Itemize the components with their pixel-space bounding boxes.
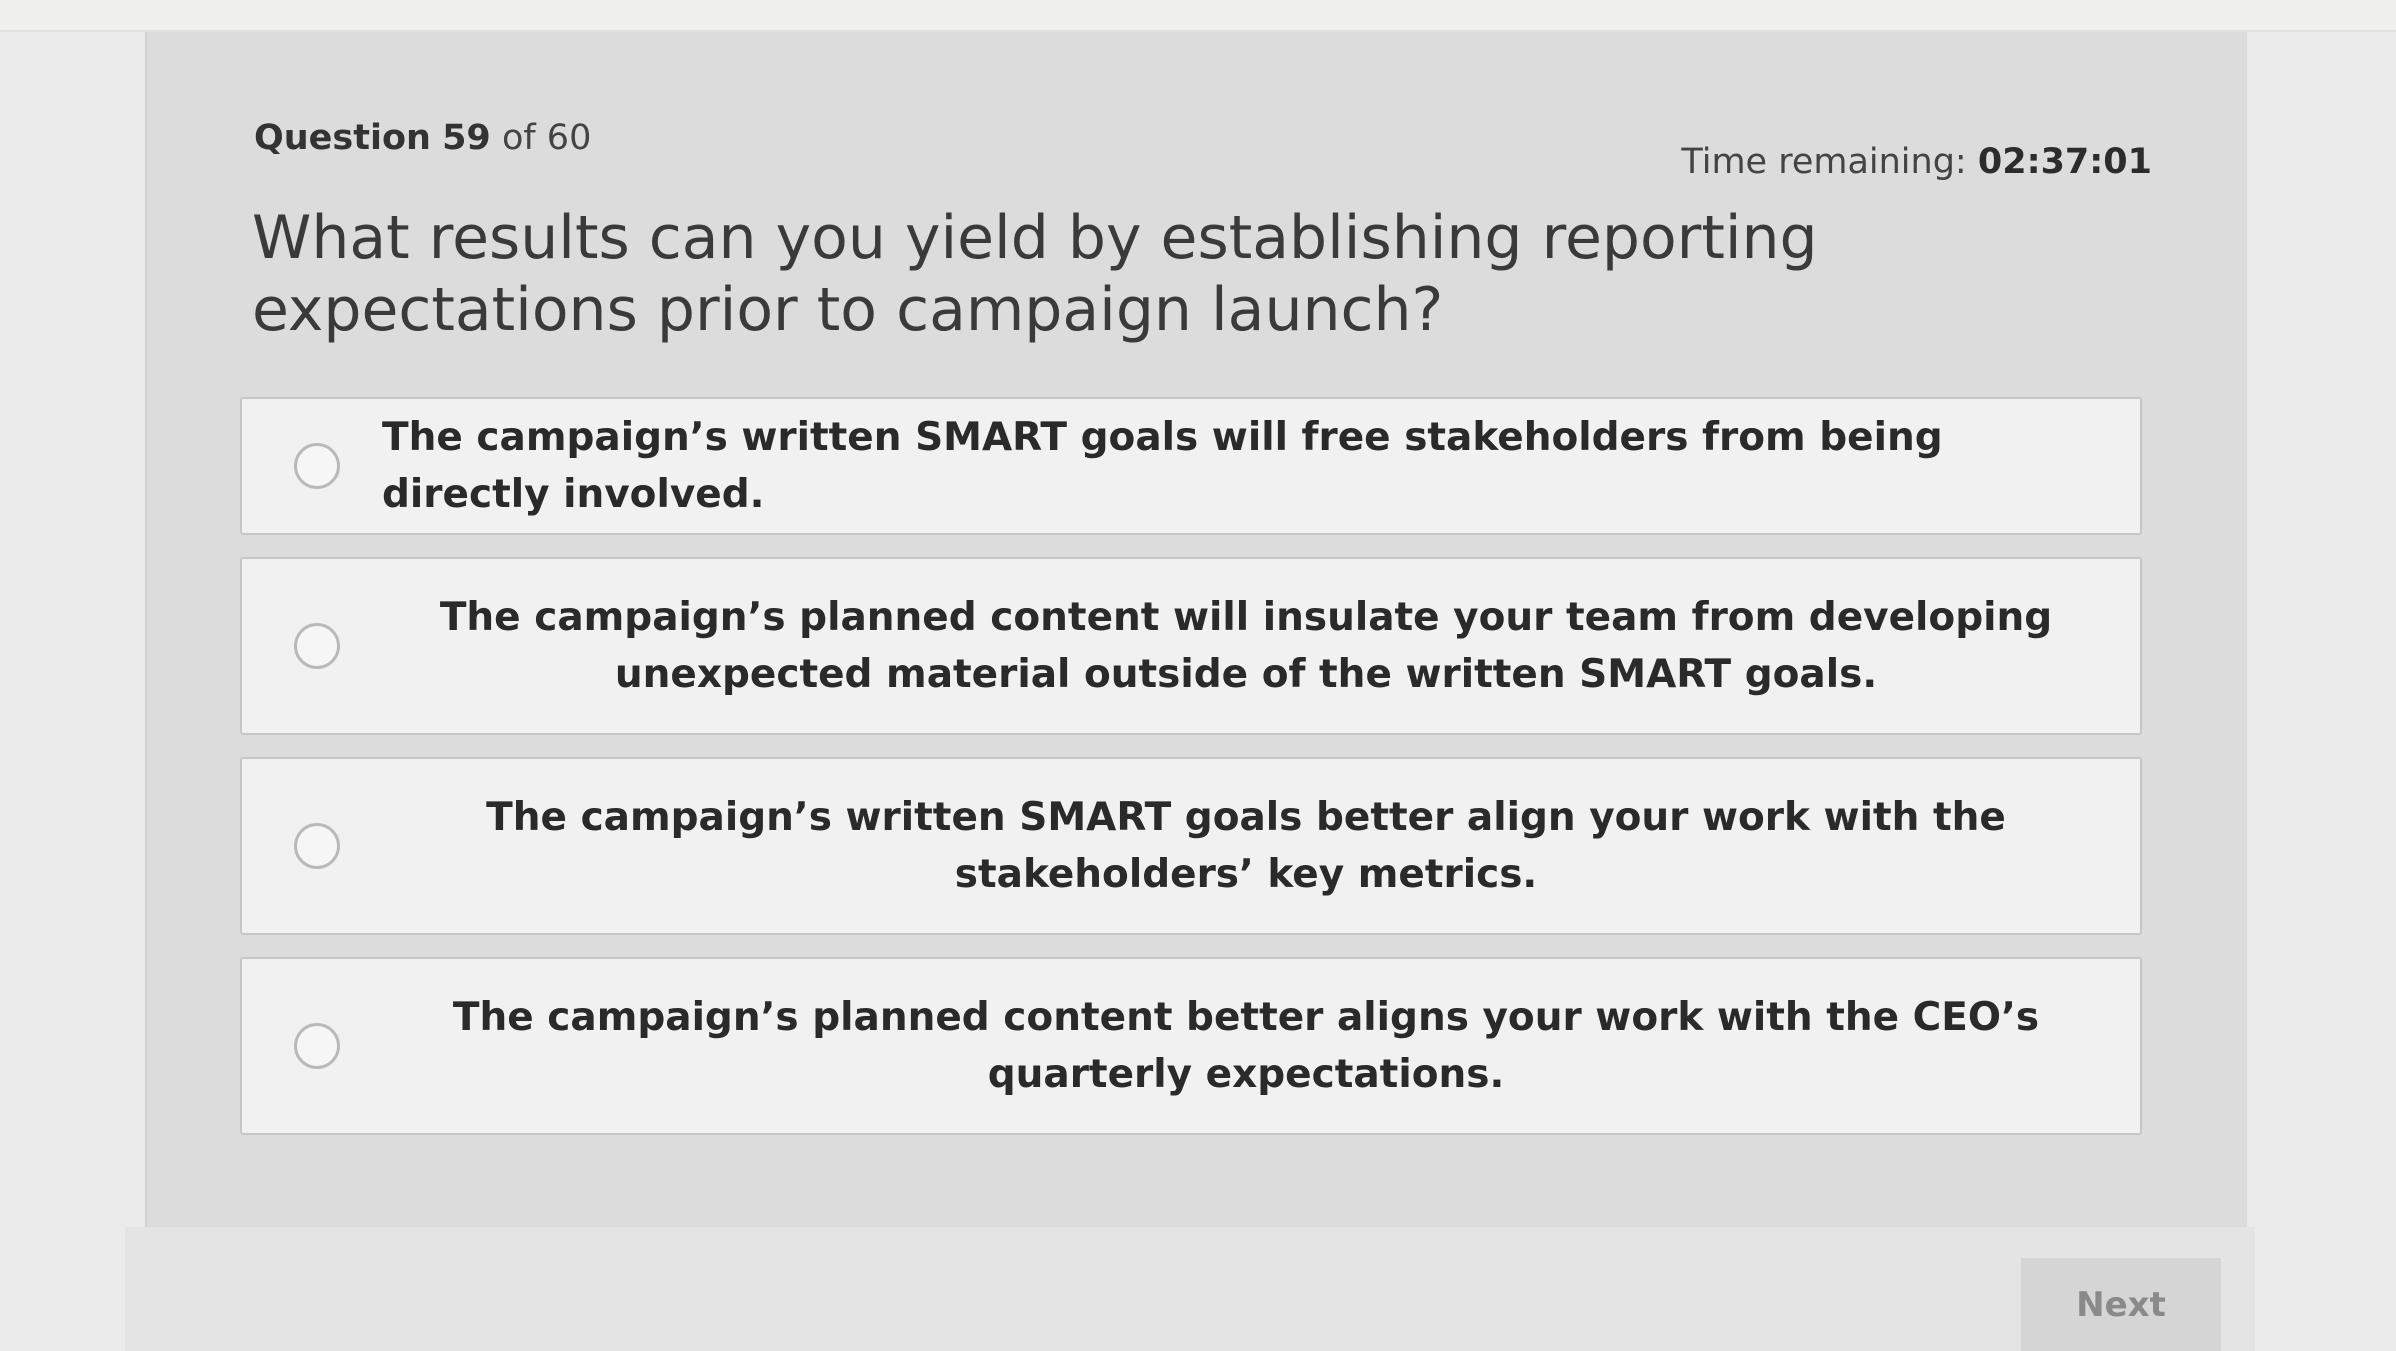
answer-option-label: The campaign’s written SMART goals bette… [486, 795, 2006, 897]
question-counter: Question 59 of 60 [254, 118, 591, 158]
answer-options: The campaign’s written SMART goals will … [240, 397, 2142, 1157]
answer-option-1[interactable]: The campaign’s written SMART goals will … [240, 397, 2142, 535]
radio-unselected-icon[interactable] [294, 443, 340, 489]
answer-option-3[interactable]: The campaign’s written SMART goals bette… [240, 757, 2142, 935]
answer-option-4[interactable]: The campaign’s planned content better al… [240, 957, 2142, 1135]
radio-unselected-icon[interactable] [294, 823, 340, 869]
time-remaining: Time remaining: 02:37:01 [1681, 142, 2152, 182]
answer-option-label: The campaign’s written SMART goals will … [382, 415, 1943, 517]
radio-unselected-icon[interactable] [294, 623, 340, 669]
browser-top-strip [0, 0, 2396, 32]
answer-option-label: The campaign’s planned content better al… [452, 995, 2040, 1097]
answer-option-label: The campaign’s planned content will insu… [439, 595, 2053, 697]
time-remaining-label: Time remaining: [1681, 142, 1967, 182]
answer-option-2[interactable]: The campaign’s planned content will insu… [240, 557, 2142, 735]
quiz-meta-row: Question 59 of 60 Time remaining: 02:37:… [254, 92, 2152, 182]
time-remaining-value: 02:37:01 [1977, 142, 2152, 182]
quiz-footer [125, 1227, 2255, 1351]
radio-unselected-icon[interactable] [294, 1023, 340, 1069]
next-button[interactable]: Next [2021, 1258, 2221, 1351]
question-counter-number: 59 [442, 118, 491, 158]
question-counter-label: Question [254, 118, 431, 158]
question-counter-total: of 60 [501, 118, 592, 158]
question-text: What results can you yield by establishi… [252, 203, 1818, 345]
quiz-panel: Question 59 of 60 Time remaining: 02:37:… [145, 32, 2247, 1227]
